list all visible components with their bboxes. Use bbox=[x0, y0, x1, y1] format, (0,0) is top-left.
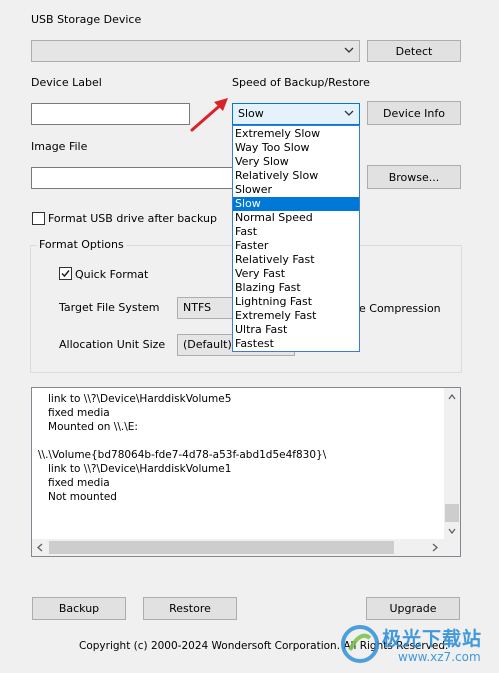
quick-format-checkbox[interactable] bbox=[59, 267, 72, 280]
speed-option[interactable]: Extremely Fast bbox=[233, 309, 359, 323]
vertical-scrollbar[interactable] bbox=[444, 388, 460, 539]
chevron-down-icon bbox=[344, 110, 354, 116]
speed-option-selected[interactable]: Slow bbox=[233, 197, 359, 211]
speed-option[interactable]: Ultra Fast bbox=[233, 323, 359, 337]
browse-button[interactable]: Browse... bbox=[367, 165, 461, 189]
speed-option[interactable]: Blazing Fast bbox=[233, 281, 359, 295]
scroll-left-icon[interactable] bbox=[37, 543, 43, 552]
format-usb-checkbox[interactable] bbox=[32, 212, 45, 225]
watermark: 极光下载站 www.xz7.com bbox=[338, 622, 496, 670]
chevron-down-icon bbox=[344, 47, 354, 53]
log-output[interactable]: link to \\?\Device\HarddiskVolume5 fixed… bbox=[31, 387, 461, 557]
log-line: fixed media bbox=[38, 477, 110, 489]
alloc-unit-value: (Default) bbox=[183, 338, 232, 351]
backup-button[interactable]: Backup bbox=[32, 597, 126, 620]
target-fs-select[interactable]: NTFS bbox=[177, 297, 237, 319]
speed-option[interactable]: Very Slow bbox=[233, 155, 359, 169]
log-line: link to \\?\Device\HarddiskVolume1 bbox=[38, 463, 232, 475]
vertical-scroll-thumb[interactable] bbox=[445, 504, 459, 522]
detect-button[interactable]: Detect bbox=[367, 40, 461, 62]
quick-format-label: Quick Format bbox=[75, 268, 149, 281]
horizontal-scroll-thumb[interactable] bbox=[49, 541, 394, 554]
log-line: link to \\?\Device\HarddiskVolume5 bbox=[38, 393, 232, 405]
format-usb-label: Format USB drive after backup bbox=[48, 212, 217, 225]
format-options-title: Format Options bbox=[37, 238, 126, 251]
restore-button[interactable]: Restore bbox=[143, 597, 237, 620]
image-file-input[interactable] bbox=[31, 167, 234, 189]
speed-select[interactable]: Slow bbox=[232, 103, 360, 125]
scroll-corner bbox=[444, 539, 460, 556]
log-line: fixed media bbox=[38, 407, 110, 419]
speed-option[interactable]: Relatively Fast bbox=[233, 253, 359, 267]
log-line: Mounted on \\.\E: bbox=[38, 421, 138, 433]
device-info-button[interactable]: Device Info bbox=[367, 101, 461, 125]
device-label-input[interactable] bbox=[31, 103, 190, 125]
watermark-logo-icon bbox=[341, 625, 379, 663]
usb-device-select[interactable] bbox=[31, 40, 360, 62]
speed-dropdown-list[interactable]: Extremely Slow Way Too Slow Very Slow Re… bbox=[232, 125, 360, 352]
log-line: Not mounted bbox=[38, 491, 117, 503]
compression-label: e Compression bbox=[359, 302, 441, 315]
speed-option[interactable]: Very Fast bbox=[233, 267, 359, 281]
checkmark-icon bbox=[61, 270, 70, 278]
horizontal-scrollbar[interactable] bbox=[32, 539, 444, 556]
speed-option[interactable]: Faster bbox=[233, 239, 359, 253]
upgrade-button[interactable]: Upgrade bbox=[366, 597, 460, 620]
speed-option[interactable]: Normal Speed bbox=[233, 211, 359, 225]
speed-option[interactable]: Relatively Slow bbox=[233, 169, 359, 183]
watermark-site-name: 极光下载站 bbox=[382, 628, 483, 650]
device-label-caption: Device Label bbox=[31, 76, 102, 89]
speed-option[interactable]: Fast bbox=[233, 225, 359, 239]
speed-option[interactable]: Slower bbox=[233, 183, 359, 197]
scroll-up-icon[interactable] bbox=[448, 394, 456, 400]
speed-option[interactable]: Way Too Slow bbox=[233, 141, 359, 155]
image-file-label: Image File bbox=[31, 140, 88, 153]
speed-selected-value: Slow bbox=[238, 107, 264, 120]
speed-option[interactable]: Lightning Fast bbox=[233, 295, 359, 309]
speed-option[interactable]: Fastest bbox=[233, 337, 359, 351]
usb-device-label: USB Storage Device bbox=[31, 13, 142, 26]
scroll-down-icon[interactable] bbox=[448, 528, 456, 534]
watermark-url: www.xz7.com bbox=[398, 650, 481, 664]
speed-option[interactable]: Extremely Slow bbox=[233, 127, 359, 141]
log-lines: link to \\?\Device\HarddiskVolume5 fixed… bbox=[38, 392, 326, 504]
target-fs-label: Target File System bbox=[59, 301, 160, 314]
target-fs-value: NTFS bbox=[183, 301, 212, 314]
alloc-unit-label: Allocation Unit Size bbox=[59, 338, 166, 351]
speed-label: Speed of Backup/Restore bbox=[232, 76, 370, 89]
scroll-right-icon[interactable] bbox=[432, 543, 438, 552]
log-line: \\.\Volume{bd78064b-fde7-4d78-a53f-abd1d… bbox=[38, 449, 327, 461]
red-arrow-icon bbox=[190, 98, 228, 132]
